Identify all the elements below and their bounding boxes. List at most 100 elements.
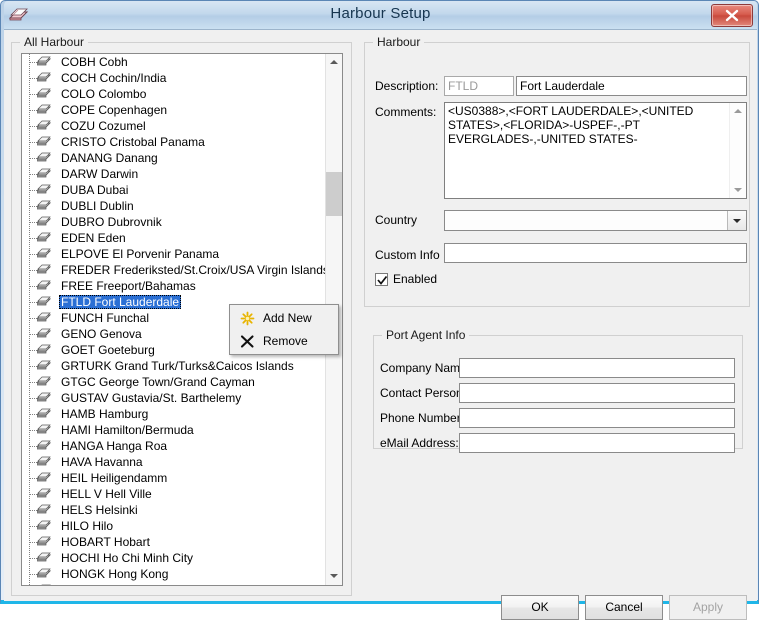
scroll-down-button[interactable] [326, 568, 342, 585]
tree-item-hochi[interactable]: HOCHI Ho Chi Minh City [22, 550, 325, 566]
chevron-down-icon [330, 574, 338, 578]
tree-guide-dash [30, 494, 37, 495]
tree-item-colo[interactable]: COLO Colombo [22, 86, 325, 102]
harbour-setup-window: Harbour Setup All Harbour COBH Cobh COCH … [0, 0, 759, 620]
harbour-icon [35, 536, 52, 548]
harbour-icon [35, 72, 52, 84]
tree-item-label: HILO Hilo [61, 519, 114, 533]
tree-item-hell-v[interactable]: HELL V Hell Ville [22, 486, 325, 502]
tree-guide-dash [30, 446, 37, 447]
tree-guide-dash [30, 366, 37, 367]
tree-item-danang[interactable]: DANANG Danang [22, 150, 325, 166]
harbour-icon [35, 88, 52, 100]
tree-item-dubro[interactable]: DUBRO Dubrovnik [22, 214, 325, 230]
harbour-icon [35, 312, 52, 324]
phone-number-field[interactable] [459, 408, 735, 428]
apply-button: Apply [669, 595, 747, 620]
harbour-icon [35, 232, 52, 244]
tree-guide-dash [30, 542, 37, 543]
harbour-icon [35, 248, 52, 260]
tree-item-dubli[interactable]: DUBLI Dublin [22, 198, 325, 214]
tree-guide-dash [30, 158, 37, 159]
tree-item-cozu[interactable]: COZU Cozumel [22, 118, 325, 134]
harbour-icon [35, 264, 52, 276]
tree-item-eden[interactable]: EDEN Eden [22, 230, 325, 246]
tree-item-label: EDEN Eden [61, 231, 126, 245]
tree-item-label: DUBA Dubai [61, 183, 129, 197]
scrollbar-thumb[interactable] [326, 172, 342, 216]
harbour-icon [35, 184, 52, 196]
context-menu[interactable]: Add New Remove [229, 304, 339, 355]
tree-item-label: COZU Cozumel [61, 119, 146, 133]
harbour-name-field[interactable]: Fort Lauderdale [516, 76, 747, 96]
close-button[interactable] [711, 4, 753, 27]
tree-guide-dash [30, 94, 37, 95]
tree-guide-dash [30, 270, 37, 271]
port-agent-legend: Port Agent Info [382, 328, 470, 342]
tree-item-darw[interactable]: DARW Darwin [22, 166, 325, 182]
tree-guide-dash [30, 110, 37, 111]
contact-person-field[interactable] [459, 383, 735, 403]
tree-guide-dash [30, 318, 37, 319]
harbour-icon [35, 456, 52, 468]
tree-item-hava[interactable]: HAVA Havanna [22, 454, 325, 470]
harbour-code-field[interactable]: FTLD [444, 76, 514, 96]
tree-item-label: GRTURK Grand Turk/Turks&Caicos Islands [61, 359, 294, 373]
tree-item-cobh[interactable]: COBH Cobh [22, 54, 325, 70]
tree-item-hobart[interactable]: HOBART Hobart [22, 534, 325, 550]
tree-guide-dash [30, 478, 37, 479]
harbour-icon [35, 200, 52, 212]
company-name-field[interactable] [459, 358, 735, 378]
comments-label: Comments: [375, 105, 437, 119]
tree-item-label: DUBRO Dubrovnik [61, 215, 162, 229]
tree-item-gtgc[interactable]: GTGC George Town/Grand Cayman [22, 374, 325, 390]
tree-guide-dash [30, 206, 37, 207]
tree-item-coch[interactable]: COCH Cochin/India [22, 70, 325, 86]
title-bar[interactable]: Harbour Setup [4, 1, 757, 29]
tree-item-hongk[interactable]: HONGK Hong Kong [22, 566, 325, 582]
tree-item-hels[interactable]: HELS Helsinki [22, 502, 325, 518]
email-address-label: eMail Address: [380, 436, 459, 450]
harbour-icon [35, 328, 52, 340]
country-label: Country [375, 213, 418, 227]
tree-item-freder[interactable]: FREDER Frederiksted/St.Croix/USA Virgin … [22, 262, 325, 278]
tree-item-label: COLO Colombo [61, 87, 147, 101]
tree-item-heil[interactable]: HEIL Heiligendamm [22, 470, 325, 486]
tree-item-cope[interactable]: COPE Copenhagen [22, 102, 325, 118]
tree-guide-dash [30, 350, 37, 351]
harbour-icon [35, 504, 52, 516]
tree-guide-dash [30, 238, 37, 239]
tree-item-hami[interactable]: HAMI Hamilton/Bermuda [22, 422, 325, 438]
tree-guide-dash [30, 334, 37, 335]
tree-guide-dash [30, 142, 37, 143]
comments-textarea[interactable]: <US0388>,<FORT LAUDERDALE>,<UNITED STATE… [444, 102, 747, 199]
custom-info-field[interactable] [444, 243, 747, 263]
tree-item-cristo[interactable]: CRISTO Cristobal Panama [22, 134, 325, 150]
email-address-field[interactable] [459, 433, 735, 453]
scroll-up-button[interactable] [326, 54, 342, 71]
comments-scrollbar[interactable] [729, 103, 746, 198]
chevron-down-icon[interactable] [727, 211, 746, 230]
tree-item-label: FREE Freeport/Bahamas [61, 279, 196, 293]
tree-item-label: HELS Helsinki [61, 503, 138, 517]
tree-item-label: DARW Darwin [61, 167, 139, 181]
tree-item-elpove[interactable]: ELPOVE El Porvenir Panama [22, 246, 325, 262]
tree-item-hanga[interactable]: HANGA Hanga Roa [22, 438, 325, 454]
ok-button[interactable]: OK [501, 595, 579, 620]
tree-item-grturk[interactable]: GRTURK Grand Turk/Turks&Caicos Islands [22, 358, 325, 374]
tree-item-label: FTLD Fort Lauderdale [59, 295, 182, 309]
tree-item-hono[interactable]: HONO Honolulu [22, 582, 325, 585]
country-dropdown[interactable] [444, 210, 747, 231]
cancel-button[interactable]: Cancel [585, 595, 663, 620]
tree-item-gustav[interactable]: GUSTAV Gustavia/St. Barthelemy [22, 390, 325, 406]
tree-item-free[interactable]: FREE Freeport/Bahamas [22, 278, 325, 294]
tree-item-label: DUBLI Dublin [61, 199, 134, 213]
harbour-icon [35, 424, 52, 436]
context-menu-item-remove[interactable]: Remove [230, 330, 338, 353]
context-menu-item-add-new[interactable]: Add New [230, 307, 338, 330]
chevron-up-icon [330, 60, 338, 64]
tree-item-hilo[interactable]: HILO Hilo [22, 518, 325, 534]
tree-item-hamb[interactable]: HAMB Hamburg [22, 406, 325, 422]
all-harbour-legend: All Harbour [20, 35, 89, 49]
tree-item-duba[interactable]: DUBA Dubai [22, 182, 325, 198]
